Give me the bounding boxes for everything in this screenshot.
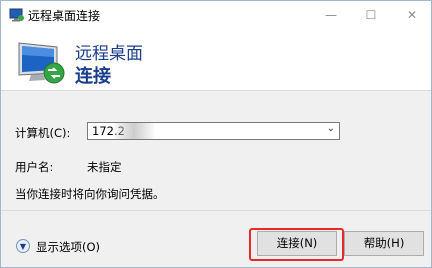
computer-combobox[interactable]: 172.2 ⌄ (87, 122, 340, 140)
computer-label: 计算机(C): (15, 126, 71, 140)
username-value: 未指定 (87, 160, 122, 174)
footer-divider (1, 210, 431, 211)
redacted-address-blur (114, 123, 154, 139)
title-bar: 远程桌面连接 — ☐ ✕ (1, 1, 431, 29)
header-banner: 远程桌面 连接 (1, 29, 431, 90)
close-button[interactable]: ✕ (402, 5, 422, 25)
connect-button[interactable]: 连接(N) (257, 231, 337, 256)
show-options-label: 显示选项(O) (36, 240, 101, 254)
remote-desktop-app-icon (9, 8, 24, 22)
help-button[interactable]: 帮助(H) (344, 231, 424, 256)
header-subtitle: 连接 (75, 66, 111, 87)
window-title: 远程桌面连接 (28, 9, 101, 23)
minimize-button[interactable]: — (321, 5, 341, 25)
username-label: 用户名: (15, 160, 54, 174)
maximize-button[interactable]: ☐ (361, 5, 381, 25)
remote-desktop-monitor-icon (18, 42, 65, 84)
header-divider (1, 90, 431, 91)
chevron-down-icon: ▼ (16, 239, 30, 253)
remote-desktop-window: 远程桌面连接 — ☐ ✕ 远程桌面 连接 计算机(C): 172.2 ⌄ 用户名… (0, 0, 432, 268)
chevron-down-icon[interactable]: ⌄ (327, 123, 335, 134)
header-title: 远程桌面 (75, 44, 143, 64)
credentials-info-text: 当你连接时将向你询问凭据。 (15, 187, 165, 201)
